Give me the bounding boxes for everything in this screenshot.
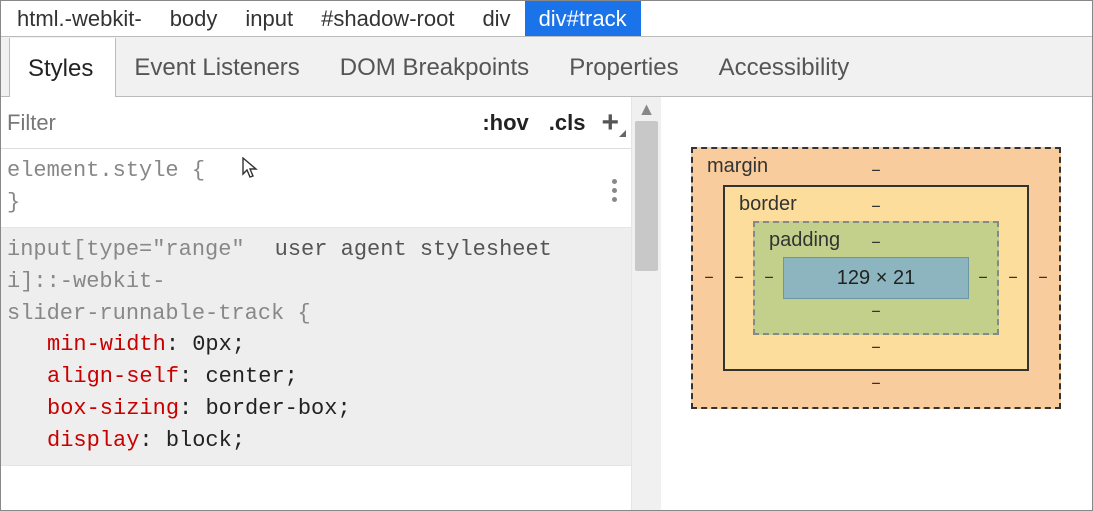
box-model-pane: margin – – border – – padding bbox=[661, 97, 1092, 510]
margin-bottom[interactable]: – bbox=[695, 371, 1057, 405]
styles-pane: :hov .cls + element.style { } input[type… bbox=[1, 97, 661, 510]
breadcrumb-item-selected[interactable]: div#track bbox=[525, 1, 641, 36]
margin-label: margin bbox=[707, 155, 768, 178]
css-declaration[interactable]: min-width: 0px; bbox=[7, 329, 625, 361]
border-label: border bbox=[739, 193, 797, 216]
rule-selector: i]::-webkit- bbox=[7, 269, 165, 294]
new-rule-icon[interactable]: + bbox=[595, 106, 625, 140]
content-box[interactable]: 129 × 21 bbox=[783, 257, 969, 299]
breadcrumb-item[interactable]: #shadow-root bbox=[307, 1, 468, 36]
css-declaration[interactable]: box-sizing: border-box; bbox=[7, 393, 625, 425]
padding-label: padding bbox=[769, 229, 840, 252]
border-left[interactable]: – bbox=[725, 221, 753, 335]
scroll-thumb[interactable] bbox=[635, 121, 658, 271]
tab-properties[interactable]: Properties bbox=[551, 37, 700, 96]
cls-toggle[interactable]: .cls bbox=[539, 110, 596, 136]
margin-right[interactable]: – bbox=[1029, 185, 1057, 371]
ua-label: user agent stylesheet bbox=[245, 234, 625, 266]
filter-input[interactable] bbox=[5, 109, 472, 137]
border-layer[interactable]: border – – padding – – bbox=[723, 185, 1029, 371]
box-model[interactable]: margin – – border – – padding bbox=[691, 147, 1061, 409]
padding-right[interactable]: – bbox=[969, 257, 997, 299]
tab-accessibility[interactable]: Accessibility bbox=[701, 37, 872, 96]
padding-left[interactable]: – bbox=[755, 257, 783, 299]
scrollbar[interactable]: ▲ bbox=[631, 97, 661, 510]
margin-layer[interactable]: margin – – border – – padding bbox=[691, 147, 1061, 409]
tabs-bar: Styles Event Listeners DOM Breakpoints P… bbox=[1, 37, 1092, 97]
breadcrumb-item[interactable]: div bbox=[468, 1, 524, 36]
rule-selector: element.style { bbox=[7, 158, 205, 183]
scroll-up-icon[interactable]: ▲ bbox=[632, 99, 661, 120]
tab-event-listeners[interactable]: Event Listeners bbox=[116, 37, 321, 96]
rule-selector: slider-runnable-track { bbox=[7, 301, 311, 326]
tab-styles[interactable]: Styles bbox=[9, 38, 116, 97]
margin-left[interactable]: – bbox=[695, 185, 723, 371]
rule-selector: input[type="range" bbox=[7, 234, 245, 266]
breadcrumb-item[interactable]: html.-webkit- bbox=[3, 1, 156, 36]
border-bottom[interactable]: – bbox=[725, 335, 1027, 369]
css-declaration[interactable]: align-self: center; bbox=[7, 361, 625, 393]
cursor-icon bbox=[242, 159, 260, 181]
element-style-rule[interactable]: element.style { } bbox=[1, 149, 631, 228]
padding-bottom[interactable]: – bbox=[755, 299, 997, 333]
border-right[interactable]: – bbox=[999, 221, 1027, 335]
main-area: :hov .cls + element.style { } input[type… bbox=[1, 97, 1092, 510]
tab-dom-breakpoints[interactable]: DOM Breakpoints bbox=[322, 37, 551, 96]
breadcrumb-item[interactable]: input bbox=[231, 1, 307, 36]
hov-toggle[interactable]: :hov bbox=[472, 110, 538, 136]
more-icon[interactable] bbox=[605, 179, 623, 202]
filter-row: :hov .cls + bbox=[1, 97, 631, 149]
breadcrumb-item[interactable]: body bbox=[156, 1, 232, 36]
rule-close: } bbox=[7, 190, 20, 215]
breadcrumb-bar: html.-webkit- body input #shadow-root di… bbox=[1, 1, 1092, 37]
ua-stylesheet-rule: input[type="range" user agent stylesheet… bbox=[1, 228, 631, 466]
css-declaration[interactable]: display: block; bbox=[7, 425, 625, 457]
padding-layer[interactable]: padding – – 129 × 21 – bbox=[753, 221, 999, 335]
